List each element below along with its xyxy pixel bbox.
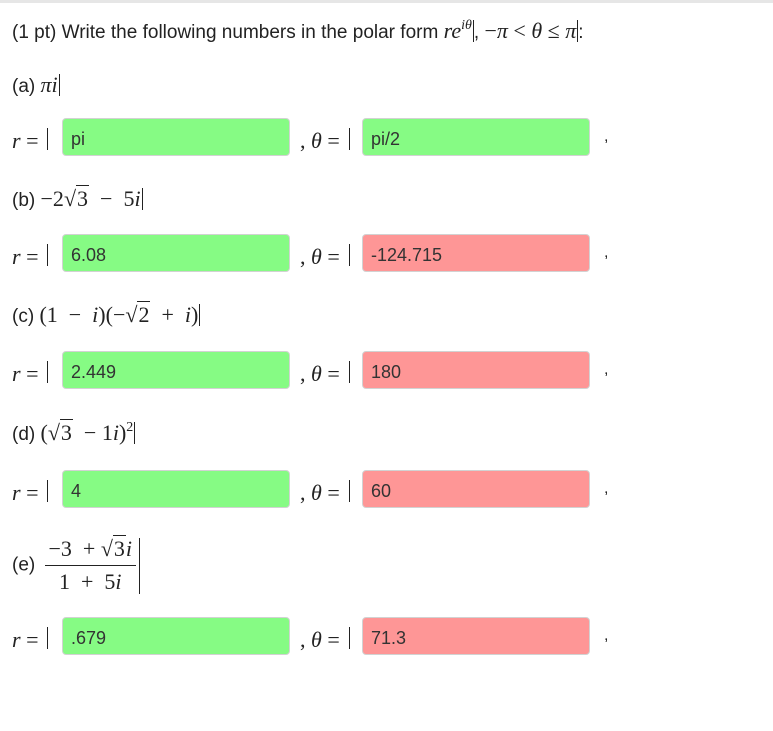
points-label: (1 pt) [12,22,57,43]
question-expression: −2√3 − 5i [40,185,141,211]
question-expression: (√3 − 1i)2 [40,419,134,445]
theta-range-expression: −π < θ ≤ π [484,18,577,43]
theta-label: , θ = [300,480,340,505]
theta-input-b[interactable]: -124.715 [362,234,590,272]
theta-label: , θ = [300,627,340,652]
caret [47,244,48,266]
caret [139,537,141,594]
r-input-b[interactable]: 6.08 [62,234,290,272]
answer-row-b: r = 6.08 , θ = -124.715 , [12,234,762,278]
caret [134,422,136,444]
question-expression: (1 − i)(−√2 + i) [39,301,199,327]
caret [472,20,474,42]
r-label: r = [12,361,39,386]
caret [47,480,48,502]
theta-label: , θ = [300,128,340,153]
r-label: r = [12,627,39,652]
theta-input-c[interactable]: 180 [362,351,590,389]
answer-row-d: r = 4 , θ = 60 , [12,470,762,514]
r-label: r = [12,480,39,505]
theta-label: , θ = [300,361,340,386]
answer-row-a: r = pi , θ = pi/2 , [12,118,762,162]
r-input-c[interactable]: 2.449 [62,351,290,389]
r-label: r = [12,128,39,153]
caret [349,128,350,150]
trailing-comma: , [604,361,609,378]
answer-row-c: r = 2.449 , θ = 180 , [12,351,762,395]
question-label: (e) [12,554,36,576]
r-input-e[interactable]: .679 [62,617,290,655]
r-input-d[interactable]: 4 [62,470,290,508]
question-d: (d) (√3 − 1i)2 [12,419,136,446]
top-divider [0,0,773,3]
question-label: (c) [12,306,35,327]
caret [47,128,48,150]
question-expression: −3 + √3i 1 + 5i [44,535,137,595]
question-label: (b) [12,190,36,211]
caret [349,361,350,383]
trailing-comma: , [604,627,609,644]
question-b: (b) −2√3 − 5i [12,185,143,212]
question-expression: πi [40,72,58,97]
question-label: (a) [12,76,36,97]
theta-input-a[interactable]: pi/2 [362,118,590,156]
polar-form-expression: reiθ [443,18,472,43]
r-label: r = [12,244,39,269]
theta-input-d[interactable]: 60 [362,470,590,508]
theta-label: , θ = [300,244,340,269]
caret [47,627,48,649]
caret [349,244,350,266]
caret [199,304,201,326]
caret [141,188,143,210]
caret [47,361,48,383]
problem-statement: (1 pt) Write the following numbers in th… [12,18,584,43]
r-input-a[interactable]: pi [62,118,290,156]
theta-input-e[interactable]: 71.3 [362,617,590,655]
caret [349,480,350,502]
trailing-comma: , [604,480,609,497]
caret [577,20,579,42]
trailing-comma: , [604,128,609,145]
trailing-comma: , [604,244,609,261]
question-a: (a) πi [12,72,60,98]
caret [349,627,350,649]
question-e: (e) −3 + √3i 1 + 5i [12,535,141,595]
answer-row-e: r = .679 , θ = 71.3 , [12,617,762,661]
caret [58,74,60,96]
question-label: (d) [12,424,36,445]
prompt-text: Write the following numbers in the polar… [61,22,439,43]
question-c: (c) (1 − i)(−√2 + i) [12,301,201,328]
